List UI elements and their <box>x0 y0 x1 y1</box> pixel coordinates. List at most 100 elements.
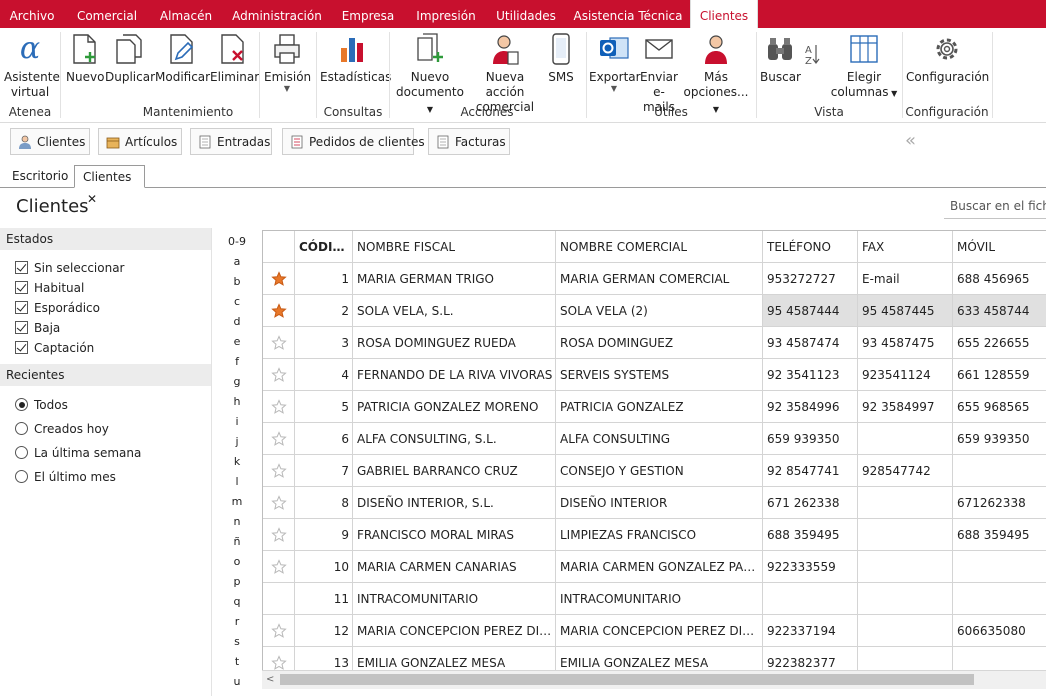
alphabet-letter[interactable]: c <box>226 295 248 308</box>
menu-tab-archivo[interactable]: Archivo <box>0 0 64 28</box>
header-telefono[interactable]: TELÉFONO <box>763 231 857 262</box>
radio-todos[interactable]: Todos <box>15 398 68 412</box>
star-outline-icon[interactable] <box>271 367 287 383</box>
alphabet-letter[interactable]: t <box>226 655 248 668</box>
radio-creados-hoy[interactable]: Creados hoy <box>15 422 109 436</box>
alphabet-letter[interactable]: s <box>226 635 248 648</box>
alphabet-letter[interactable]: l <box>226 475 248 488</box>
star-outline-icon[interactable] <box>271 463 287 479</box>
alphabet-letter[interactable]: e <box>226 335 248 348</box>
table-row[interactable]: 11 INTRACOMUNITARIO INTRACOMUNITARIO <box>263 583 1046 615</box>
nueva-accion-button[interactable]: Nueva acción comercial <box>468 32 542 115</box>
shortcut-entradas[interactable]: Entradas <box>190 128 272 155</box>
alphabet-letter[interactable]: g <box>226 375 248 388</box>
table-row[interactable]: 6 ALFA CONSULTING, S.L. ALFA CONSULTING 659… <box>263 423 1046 455</box>
shortcut-clientes[interactable]: Clientes <box>10 128 90 155</box>
table-row[interactable]: 5 PATRICIA GONZALEZ MORENO PATRICIA GONZAL… <box>263 391 1046 423</box>
collapse-double-chevron-icon[interactable]: « <box>905 131 916 151</box>
alphabet-letter[interactable]: 0-9 <box>226 235 248 248</box>
table-row[interactable]: 9 FRANCISCO MORAL MIRAS LIMPIEZAS FRANCISC… <box>263 519 1046 551</box>
star-outline-icon[interactable] <box>271 399 287 415</box>
eliminar-button[interactable]: Eliminar <box>210 32 259 85</box>
alphabet-letter[interactable]: f <box>226 355 248 368</box>
sort-button[interactable]: AZ <box>801 32 823 78</box>
shortcut-articulos[interactable]: Artículos <box>98 128 182 155</box>
emision-button[interactable]: Emisión ▼ <box>264 32 311 93</box>
alphabet-letter[interactable]: u <box>226 675 248 688</box>
header-fax[interactable]: FAX <box>858 231 952 262</box>
menu-tab-comercial[interactable]: Comercial <box>66 0 148 28</box>
table-row[interactable]: 4 FERNANDO DE LA RIVA VIVORAS SERVEIS SYST… <box>263 359 1046 391</box>
star-outline-icon[interactable] <box>271 527 287 543</box>
menu-tab-utilidades[interactable]: Utilidades <box>488 0 564 28</box>
table-row[interactable]: 3 ROSA DOMINGUEZ RUEDA ROSA DOMINGUEZ 93 45… <box>263 327 1046 359</box>
checkbox-checked-icon <box>15 301 28 314</box>
menu-tab-asistencia[interactable]: Asistencia Técnica <box>566 0 690 28</box>
enviar-emails-button[interactable]: Enviar e-mails <box>639 32 679 115</box>
alphabet-letter[interactable]: k <box>226 455 248 468</box>
table-row[interactable]: 12 MARIA CONCEPCION PEREZ DIAZ MARIA CONCE… <box>263 615 1046 647</box>
alphabet-letter[interactable]: j <box>226 435 248 448</box>
header-movil[interactable]: MÓVIL <box>953 231 1046 262</box>
shortcut-facturas[interactable]: Facturas <box>428 128 510 155</box>
menu-tab-administracion[interactable]: Administración <box>224 0 330 28</box>
horizontal-scrollbar[interactable]: < <box>262 670 1046 689</box>
exportar-button[interactable]: Exportar ▼ <box>589 32 641 93</box>
alphabet-letter[interactable]: h <box>226 395 248 408</box>
header-nombre-comercial[interactable]: NOMBRE COMERCIAL <box>556 231 762 262</box>
duplicar-button[interactable]: Duplicar <box>105 32 155 85</box>
alphabet-letter[interactable]: o <box>226 555 248 568</box>
radio-ultimo-mes[interactable]: El último mes <box>15 470 116 484</box>
sms-button[interactable]: SMS <box>544 32 578 85</box>
table-row[interactable]: 7 GABRIEL BARRANCO CRUZ CONSEJO Y GESTION 9… <box>263 455 1046 487</box>
menu-tab-impresion[interactable]: Impresión <box>406 0 486 28</box>
star-outline-icon[interactable] <box>271 655 287 671</box>
star-outline-icon[interactable] <box>271 431 287 447</box>
menu-tab-clientes[interactable]: Clientes <box>690 0 758 29</box>
alphabet-letter[interactable]: a <box>226 255 248 268</box>
table-row[interactable]: 8 DISEÑO INTERIOR, S.L. DISEÑO INTERIOR 671… <box>263 487 1046 519</box>
table-row[interactable]: 2 SOLA VELA, S.L. SOLA VELA (2) 95 4587444 9… <box>263 295 1046 327</box>
alphabet-letter[interactable]: p <box>226 575 248 588</box>
alphabet-letter[interactable]: m <box>226 495 248 508</box>
alphabet-letter[interactable]: r <box>226 615 248 628</box>
scrollbar-thumb[interactable] <box>280 674 974 685</box>
tab-escritorio[interactable]: Escritorio <box>4 165 76 188</box>
elegir-columnas-button[interactable]: Elegir columnas ▼ <box>830 32 898 101</box>
tab-clientes[interactable]: Clientes ✕ <box>74 165 145 206</box>
checkbox-baja[interactable]: Baja <box>15 321 60 335</box>
star-outline-icon[interactable] <box>271 335 287 351</box>
menu-tab-empresa[interactable]: Empresa <box>332 0 404 28</box>
nueva-accion-label-1: Nueva acción <box>485 70 525 99</box>
checkbox-esporadico[interactable]: Esporádico <box>15 301 100 315</box>
alphabet-letter[interactable]: q <box>226 595 248 608</box>
header-codigo[interactable]: CÓDIGO <box>295 231 351 262</box>
header-nombre-fiscal[interactable]: NOMBRE FISCAL <box>353 231 555 262</box>
checkbox-sin-seleccionar[interactable]: Sin seleccionar <box>15 261 125 275</box>
checkbox-captacion[interactable]: Captación <box>15 341 94 355</box>
nuevo-button[interactable]: Nuevo <box>66 32 104 85</box>
modificar-button[interactable]: Modificar <box>155 32 210 85</box>
scroll-left-icon[interactable]: < <box>266 671 274 689</box>
star-outline-icon[interactable] <box>271 623 287 639</box>
table-row[interactable]: 10 MARIA CARMEN CANARIAS MARIA CARMEN GONZ… <box>263 551 1046 583</box>
radio-ultima-semana[interactable]: La última semana <box>15 446 141 460</box>
star-outline-icon[interactable] <box>271 495 287 511</box>
alphabet-letter[interactable]: ñ <box>226 535 248 548</box>
alphabet-letter[interactable]: d <box>226 315 248 328</box>
favorite-star-icon[interactable] <box>271 303 287 319</box>
asistente-virtual-button[interactable]: α Asistente virtual <box>4 32 60 100</box>
favorite-star-icon[interactable] <box>271 271 287 287</box>
alphabet-letter[interactable]: i <box>226 415 248 428</box>
alphabet-letter[interactable]: n <box>226 515 248 528</box>
configuracion-button[interactable]: Configuración <box>906 32 989 85</box>
menu-tab-almacen[interactable]: Almacén <box>150 0 222 28</box>
checkbox-habitual[interactable]: Habitual <box>15 281 84 295</box>
buscar-button[interactable]: Buscar <box>760 32 801 85</box>
alphabet-letter[interactable]: b <box>226 275 248 288</box>
search-input[interactable]: Buscar en el fichero <box>944 195 1046 219</box>
star-outline-icon[interactable] <box>271 559 287 575</box>
table-row[interactable]: 1 MARIA GERMAN TRIGO MARIA GERMAN COMERCIA… <box>263 263 1046 295</box>
shortcut-pedidos[interactable]: Pedidos de clientes <box>282 128 425 155</box>
estadisticas-button[interactable]: Estadísticas <box>320 32 391 85</box>
